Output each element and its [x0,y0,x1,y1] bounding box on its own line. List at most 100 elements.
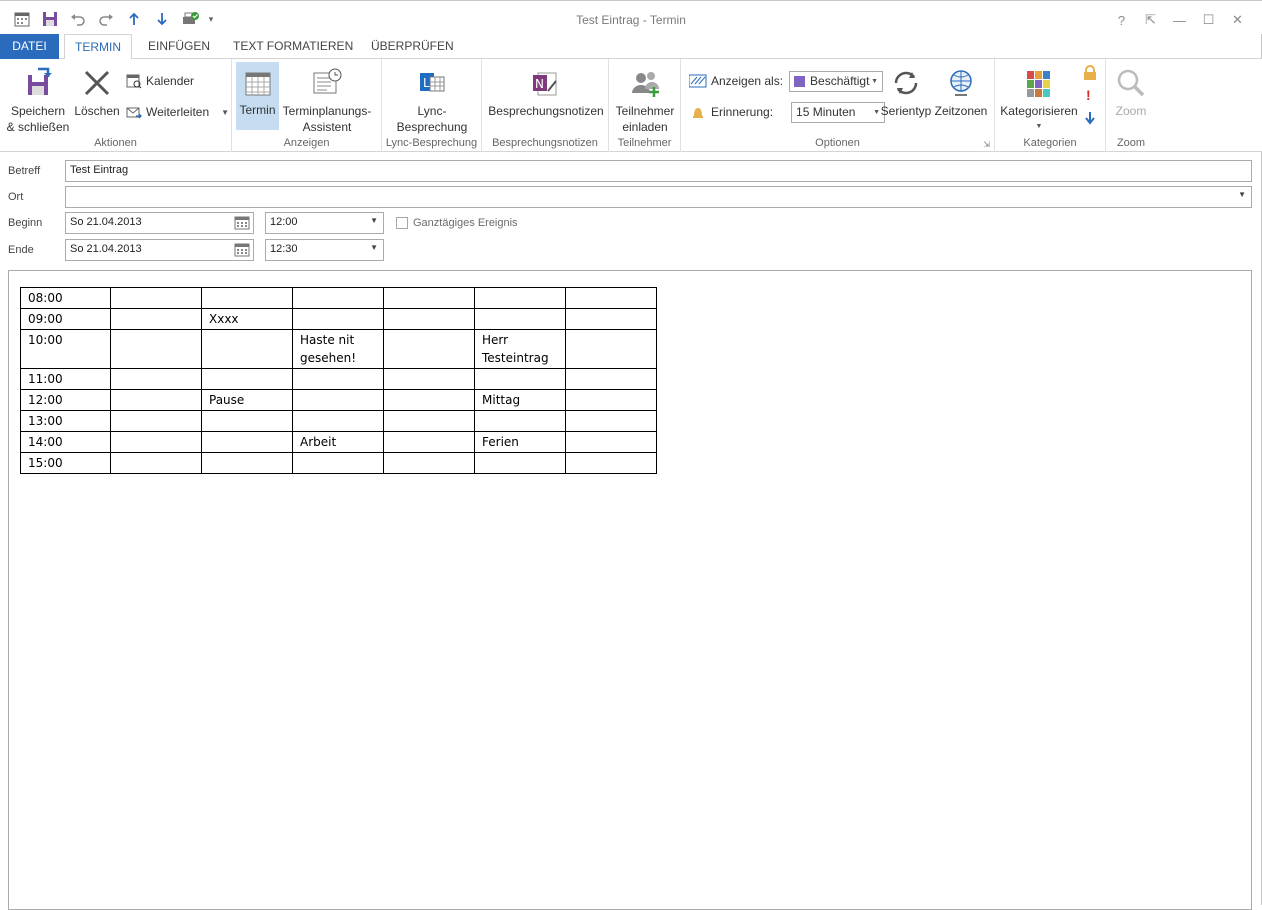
schedule-cell[interactable] [565,452,657,474]
schedule-cell[interactable]: Mittag [474,389,566,411]
schedule-cell[interactable] [383,287,475,309]
schedule-cell[interactable]: Pause [201,389,293,411]
schedule-cell[interactable] [110,410,202,432]
schedule-cell[interactable] [474,368,566,390]
schedule-cell[interactable] [474,308,566,330]
invite-attendees-button[interactable]: Teilnehmer einladen [613,63,677,135]
time-cell[interactable]: 08:00 [20,287,111,309]
low-importance-icon[interactable] [1084,111,1096,128]
show-as-dropdown[interactable]: Beschäftigt ▼ [789,70,884,92]
schedule-cell[interactable] [110,452,202,474]
time-cell[interactable]: 10:00 [20,329,111,369]
subject-field[interactable]: Test Eintrag [65,160,1252,182]
scheduling-assistant-button[interactable]: Terminplanungs- Assistent [280,63,374,135]
end-time-field[interactable]: 12:30 ▼ [265,239,384,261]
start-time-chevron-icon[interactable]: ▼ [370,216,378,225]
schedule-cell[interactable] [565,308,657,330]
schedule-cell[interactable] [565,287,657,309]
schedule-cell[interactable] [292,308,384,330]
schedule-cell[interactable] [110,368,202,390]
schedule-cell[interactable] [292,368,384,390]
zoom-button[interactable]: Zoom [1110,63,1152,119]
close-icon[interactable]: ✕ [1223,9,1252,31]
time-cell[interactable]: 14:00 [20,431,111,453]
schedule-cell[interactable] [565,389,657,411]
start-date-picker-icon[interactable] [234,216,250,233]
group-besprechungsnotizen: N Besprechungsnotizen Besprechungsnotize… [482,59,609,152]
schedule-cell[interactable] [383,431,475,453]
minimize-icon[interactable]: — [1165,9,1194,31]
schedule-cell[interactable]: Ferien [474,431,566,453]
schedule-cell[interactable] [110,389,202,411]
schedule-cell[interactable] [383,368,475,390]
schedule-cell[interactable] [110,287,202,309]
tab-termin[interactable]: TERMIN [64,34,132,60]
schedule-cell[interactable] [110,329,202,369]
tab-text-formatieren[interactable]: TEXT FORMATIEREN [223,34,363,59]
schedule-cell[interactable] [110,431,202,453]
schedule-cell[interactable] [474,452,566,474]
meeting-notes-button[interactable]: N Besprechungsnotizen [486,63,606,119]
schedule-cell[interactable] [292,389,384,411]
schedule-cell[interactable] [565,329,657,369]
schedule-cell[interactable]: Haste nit gesehen! [292,329,384,369]
schedule-cell[interactable] [292,287,384,309]
timezones-button[interactable]: Zeitzonen [933,63,989,119]
schedule-cell[interactable] [565,368,657,390]
help-icon[interactable]: ? [1107,9,1136,31]
time-cell[interactable]: 15:00 [20,452,111,474]
schedule-cell[interactable] [383,452,475,474]
schedule-cell[interactable] [292,410,384,432]
start-time-field[interactable]: 12:00 ▼ [265,212,384,234]
schedule-cell[interactable] [383,389,475,411]
schedule-cell[interactable] [201,368,293,390]
tab-einfuegen[interactable]: EINFÜGEN [138,34,220,59]
schedule-cell[interactable] [383,329,475,369]
end-time-chevron-icon[interactable]: ▼ [370,243,378,252]
categorize-button[interactable]: Kategorisieren ▼ [999,63,1079,135]
forward-button[interactable]: Weiterleiten ▼ [126,101,229,123]
schedule-cell[interactable] [383,410,475,432]
calendar-button[interactable]: Kalender [126,70,194,92]
show-as-chevron-icon: ▼ [871,77,879,85]
forward-dropdown-icon[interactable]: ▼ [221,108,229,117]
time-cell[interactable]: 13:00 [20,410,111,432]
schedule-cell[interactable] [474,287,566,309]
end-date-picker-icon[interactable] [234,243,250,260]
tab-ueberpruefen[interactable]: ÜBERPRÜFEN [361,34,464,59]
location-field[interactable]: ▼ [65,186,1252,208]
schedule-cell[interactable]: Herr Testeintrag [474,329,566,369]
schedule-cell[interactable] [474,410,566,432]
schedule-cell[interactable] [292,452,384,474]
delete-button[interactable]: Löschen [73,63,121,119]
time-cell[interactable]: 11:00 [20,368,111,390]
schedule-cell[interactable]: Arbeit [292,431,384,453]
reminder-dropdown[interactable]: 15 Minuten ▼ [791,101,886,123]
start-date-field[interactable]: So 21.04.2013 [65,212,254,234]
location-chevron-icon[interactable]: ▼ [1238,190,1246,199]
time-cell[interactable]: 09:00 [20,308,111,330]
save-close-button[interactable]: Speichern & schließen [4,63,72,135]
end-date-field[interactable]: So 21.04.2013 [65,239,254,261]
schedule-cell[interactable] [201,431,293,453]
maximize-icon[interactable]: ☐ [1194,9,1223,31]
recurrence-button[interactable]: Serientyp [880,63,932,119]
all-day-checkbox[interactable] [396,217,408,229]
termin-view-button[interactable]: Termin [236,62,279,130]
schedule-cell[interactable] [201,452,293,474]
time-cell[interactable]: 12:00 [20,389,111,411]
schedule-cell[interactable] [201,329,293,369]
schedule-cell[interactable] [201,410,293,432]
ribbon-display-icon[interactable]: ⇱ [1136,9,1165,31]
schedule-cell[interactable]: Xxxx [201,308,293,330]
tab-file[interactable]: DATEI [0,34,59,59]
high-importance-icon[interactable]: ! [1086,87,1091,103]
schedule-cell[interactable] [565,431,657,453]
schedule-cell[interactable] [383,308,475,330]
private-lock-icon[interactable] [1083,65,1097,84]
message-body[interactable]: 08:00 09:00 Xxxx 10:00 Haste nit gesehen! Her… [8,270,1252,910]
schedule-cell[interactable] [565,410,657,432]
schedule-cell[interactable] [201,287,293,309]
lync-meeting-button[interactable]: L Lync- Besprechung [390,63,474,135]
schedule-cell[interactable] [110,308,202,330]
